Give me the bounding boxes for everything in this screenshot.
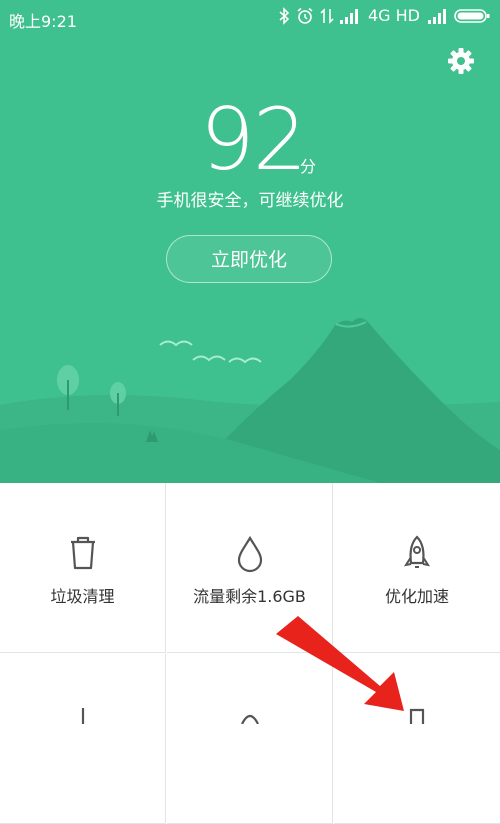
security-status-text: 手机很安全，可继续优化 [156, 191, 344, 211]
network-type: 4G HD [367, 6, 420, 25]
status-time: 晚上9:21 [9, 12, 77, 31]
rocket-icon [403, 535, 431, 568]
battery-icon [454, 8, 490, 23]
optimize-now-button[interactable]: 立即优化 [166, 235, 332, 283]
tile-label: 优化加速 [384, 587, 449, 606]
alarm-icon [297, 7, 313, 24]
tools-grid: 垃圾清理 流量剩余1.6GB 优化加速 [0, 483, 500, 824]
signal-strength-icon [339, 8, 358, 24]
tool-tile-6[interactable] [334, 654, 500, 824]
tile-label: 垃圾清理 [50, 587, 115, 606]
tile-label: 流量剩余1.6GB [193, 587, 306, 606]
tool-icon-partial [241, 714, 259, 724]
security-score: 92 分 [0, 95, 500, 185]
landscape-illustration [0, 318, 500, 483]
score-unit: 分 [300, 157, 317, 176]
tool-icon-partial [81, 708, 85, 724]
junk-cleanup-tile[interactable]: 垃圾清理 [0, 483, 166, 653]
score-value: 92 [200, 90, 307, 190]
data-usage-tile[interactable]: 流量剩余1.6GB [167, 483, 333, 653]
signal-transfer-icon [320, 7, 334, 24]
bluetooth-icon [279, 6, 290, 25]
tool-tile-4[interactable] [0, 654, 166, 824]
signal-strength-icon-2 [428, 8, 446, 24]
settings-gear-icon[interactable] [447, 47, 475, 75]
speed-boost-tile[interactable]: 优化加速 [334, 483, 500, 653]
status-bar: 晚上9:21 4G HD [0, 0, 500, 36]
security-hero: 晚上9:21 4G HD 92 分 手机很安全，可继续优化 立即优化 [0, 0, 500, 483]
water-drop-icon [237, 535, 263, 573]
tool-icon-partial [409, 708, 425, 724]
tool-tile-5[interactable] [167, 654, 333, 824]
trash-icon [71, 536, 95, 570]
status-icons: 4G HD [278, 6, 490, 25]
